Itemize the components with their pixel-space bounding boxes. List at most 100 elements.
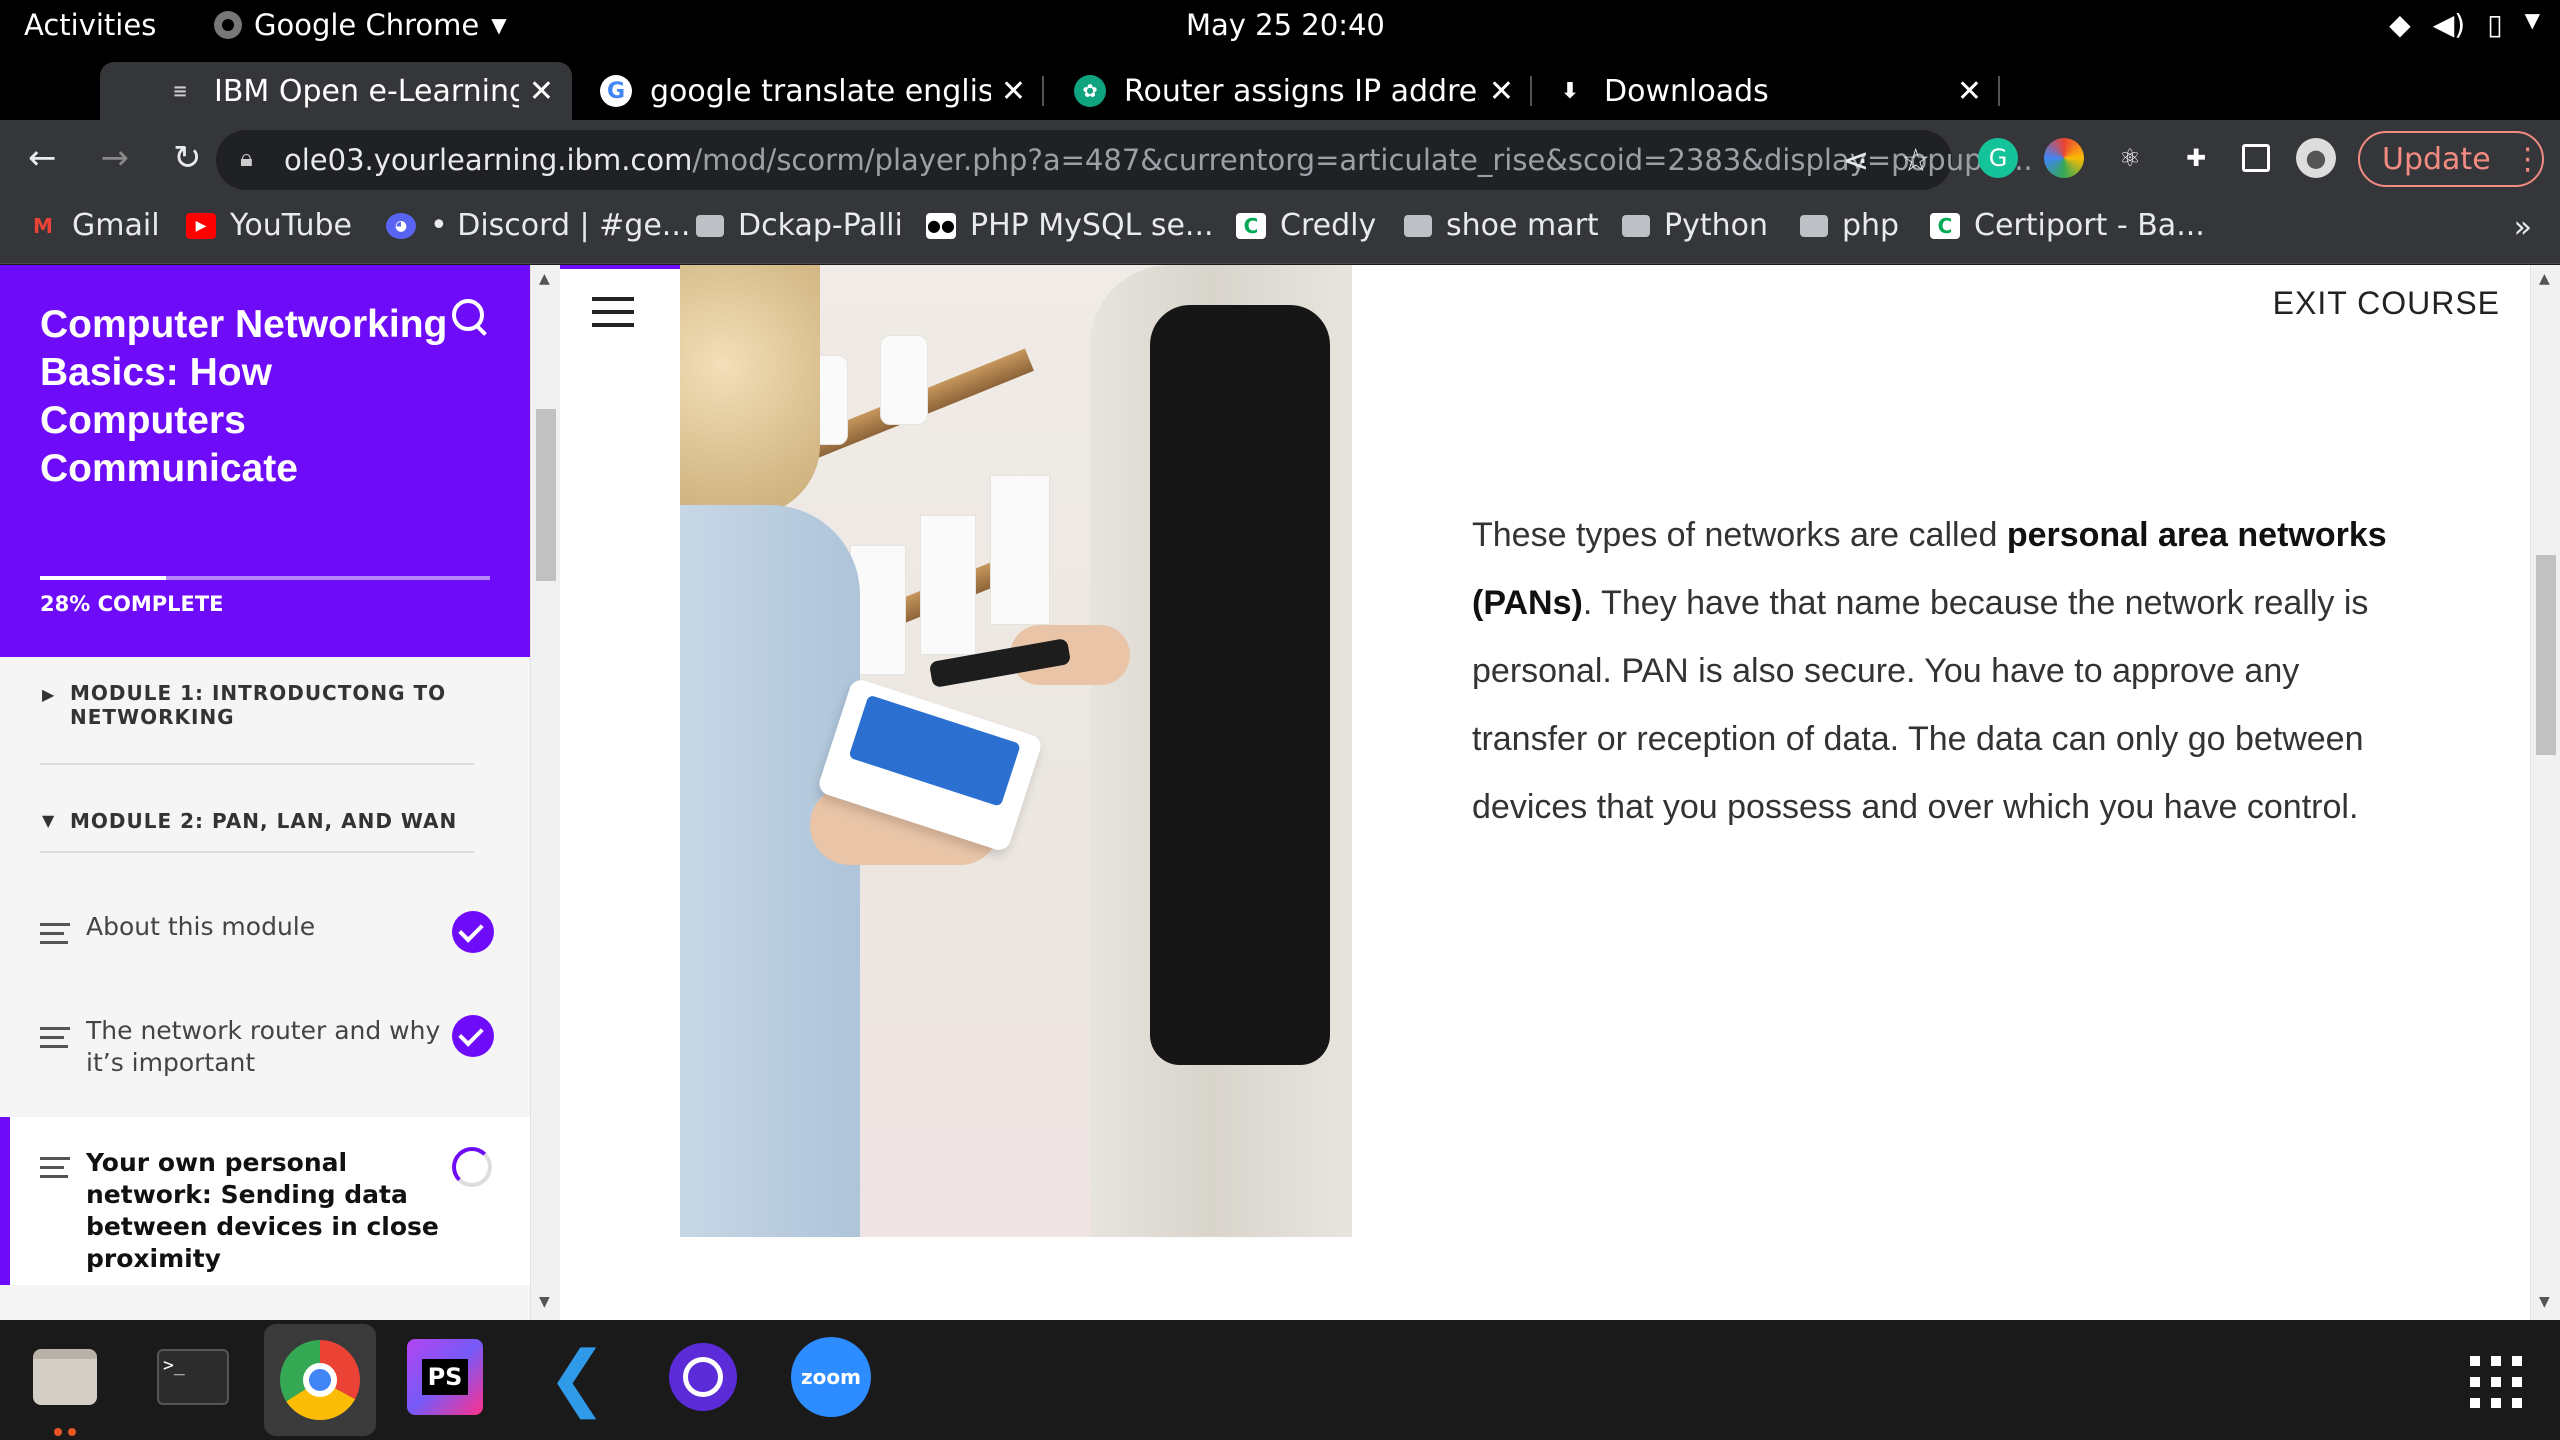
bookmark-label: Gmail [72,208,160,243]
screen-recorder-icon [669,1343,737,1411]
bookmark-dckap-palli[interactable]: Dckap-Palli [696,208,903,243]
in-progress-icon [452,1147,492,1187]
vscode-app[interactable]: ❮ [532,1332,622,1422]
lesson-label: The network router and why it’s importan… [86,1016,441,1077]
bookmark-discord[interactable]: ◕ • Discord | #ge... [386,208,690,243]
bookmark-label: PHP MySQL se... [970,208,1214,243]
avatar[interactable]: ● [2296,138,2336,178]
forward-icon[interactable]: → [101,138,130,178]
zoom-label: zoom [801,1365,861,1389]
lock-icon[interactable]: 🔒︎ [240,144,253,172]
youtube-icon: ▶ [186,212,216,239]
bookmark-php-mysql[interactable]: ●● PHP MySQL se... [926,208,1214,243]
lesson-about-this-module[interactable]: About this module [0,911,530,1015]
app-menu-label: Google Chrome [254,8,480,42]
extensions-area: G ⚛ ✚ ● [1978,138,2336,178]
share-icon[interactable]: ⋖ [1843,141,1870,179]
chevron-down-icon: ▼ [2524,8,2540,32]
bookmark-python[interactable]: Python [1622,208,1768,243]
hamburger-menu-icon[interactable] [592,297,634,336]
update-button[interactable]: Update ⋮ [2358,131,2544,187]
tab-google-translate[interactable]: G google translate english t ✕ [594,62,1044,120]
files-app[interactable] [20,1332,110,1436]
grammarly-icon[interactable]: G [1978,138,2018,178]
chevron-down-icon: ▼ [491,13,507,37]
tab-title: Downloads [1604,73,1769,109]
lesson-lines-icon [40,923,70,950]
chrome-icon [280,1340,360,1420]
clock[interactable]: May 25 20:40 [1186,8,1385,42]
google-icon: G [600,75,632,107]
bookmark-credly[interactable]: C Credly [1236,208,1376,243]
close-icon[interactable]: ✕ [1001,74,1026,109]
tab-chatgpt[interactable]: ✿ Router assigns IP address ✕ [1070,62,1532,120]
complete-check-icon [452,1015,494,1057]
phpstorm-label: PS [421,1359,469,1395]
bookmarks-bar: M Gmail ▶ YouTube ◕ • Discord | #ge... D… [0,200,2560,264]
scroll-up-icon[interactable]: ▲ [539,271,550,287]
zoom-app[interactable]: zoom [786,1332,876,1422]
scrollbar-thumb[interactable] [2536,555,2556,755]
bookmark-php[interactable]: php [1800,208,1899,243]
lesson-personal-network[interactable]: Your own personal network: Sending data … [0,1117,530,1285]
screen-recorder-app[interactable] [658,1332,748,1422]
side-panel-icon[interactable] [2242,144,2270,172]
volume-icon: ◀) [2432,8,2466,41]
lesson-paragraph: These types of networks are called perso… [1472,501,2412,841]
react-devtools-icon[interactable]: ⚛ [2110,138,2150,178]
course-header: Computer Networking Basics: How Computer… [0,265,530,657]
more-bookmarks-icon[interactable]: » [2514,210,2532,245]
progress-bar [40,576,490,580]
tab-ibm-learning[interactable]: ≡ IBM Open e-Learning Ecos ✕ [100,62,572,120]
exit-course-button[interactable]: EXIT COURSE [2273,285,2500,322]
search-icon[interactable] [450,297,490,337]
scroll-down-icon[interactable]: ▼ [2539,1294,2550,1310]
battery-icon: ▯ [2487,8,2503,41]
bookmark-label: Credly [1280,208,1377,243]
address-bar[interactable]: 🔒︎ ole03.yourlearning.ibm.com/mod/scorm/… [216,130,2033,190]
scroll-up-icon[interactable]: ▲ [2539,271,2550,287]
bookmark-label: php [1842,208,1900,243]
bookmark-label: Certiport - Ba... [1974,208,2205,243]
system-tray[interactable]: ◆ ◀) ▯ ▼ [2389,8,2540,41]
url-text[interactable]: ole03.yourlearning.ibm.com/mod/scorm/pla… [284,143,2033,177]
app-menu[interactable]: Google Chrome ▼ [214,8,507,42]
extensions-puzzle-icon[interactable]: ✚ [2176,138,2216,178]
reload-icon[interactable]: ↻ [173,138,202,178]
lesson-content: EXIT COURSE These types of networks are … [560,265,2530,1320]
lesson-lines-icon [40,1027,70,1054]
close-icon[interactable]: ✕ [1957,74,1982,109]
show-applications-icon[interactable] [2470,1356,2522,1408]
tab-title: google translate english t [650,73,991,109]
system-top-bar: Activities Google Chrome ▼ May 25 20:40 … [0,0,2560,54]
kebab-menu-icon[interactable]: ⋮ [2513,142,2543,177]
bookmark-label: Dckap-Palli [738,208,903,243]
module-label: MODULE 1: INTRODUCTONG TO NETWORKING [70,681,447,729]
scrollbar-thumb[interactable] [536,409,556,581]
phpstorm-app[interactable]: PS [400,1332,490,1422]
bookmark-gmail[interactable]: M Gmail [28,208,160,243]
tab-downloads[interactable]: ⬇ Downloads ✕ [1550,62,2000,120]
bookmark-star-icon[interactable]: ☆ [1901,141,1930,179]
folder-icon [696,214,724,237]
caret-right-icon: ▶ [42,685,56,704]
close-icon[interactable]: ✕ [529,74,554,109]
back-icon[interactable]: ← [28,138,57,178]
color-picker-icon[interactable] [2044,138,2084,178]
module-2-toggle[interactable]: ▼ MODULE 2: PAN, LAN, AND WAN [40,809,474,853]
lesson-network-router[interactable]: The network router and why it’s importan… [0,1015,530,1119]
terminal-icon: >_ [157,1349,229,1405]
bookmark-shoe-mart[interactable]: shoe mart [1404,208,1599,243]
chrome-app[interactable] [264,1324,376,1436]
close-icon[interactable]: ✕ [1489,74,1514,109]
main-scrollbar[interactable]: ▲ ▼ [2530,265,2560,1320]
progress-fill [40,576,166,580]
terminal-app[interactable]: >_ [148,1332,238,1422]
sidebar-scrollbar[interactable]: ▲ ▼ [530,265,560,1320]
activities-button[interactable]: Activities [24,8,156,42]
tab-separator [1042,76,1044,106]
module-1-toggle[interactable]: ▶ MODULE 1: INTRODUCTONG TO NETWORKING [40,681,474,765]
scroll-down-icon[interactable]: ▼ [539,1294,550,1310]
bookmark-youtube[interactable]: ▶ YouTube [186,208,352,243]
bookmark-certiport[interactable]: C Certiport - Ba... [1930,208,2205,243]
